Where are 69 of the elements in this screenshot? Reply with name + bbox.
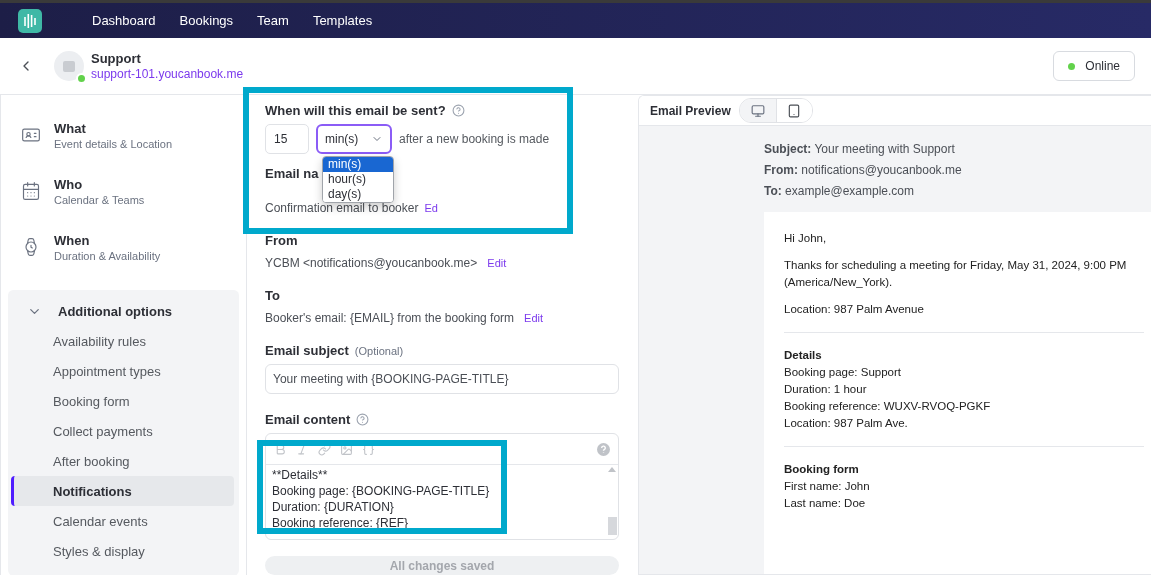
help-icon[interactable] <box>356 413 370 426</box>
sidebar-step[interactable]: What Event details & Location <box>1 107 246 163</box>
help-icon[interactable] <box>597 442 610 456</box>
dropdown-option[interactable]: day(s) <box>323 187 393 202</box>
sidebar-item[interactable]: After booking <box>11 446 234 476</box>
page-title: Support <box>91 51 142 66</box>
field-label: When will this email be sent? <box>265 103 446 118</box>
nav-link[interactable]: Dashboard <box>92 13 156 28</box>
editor-text-line: **Details** <box>272 467 329 483</box>
field-label: From <box>265 233 298 248</box>
editor-text-line: Duration: {DURATION} <box>272 499 395 515</box>
tablet-icon <box>787 103 802 118</box>
sidebar-item[interactable]: Booking form <box>11 386 234 416</box>
scrollbar-thumb[interactable] <box>607 517 617 535</box>
sidebar-item[interactable]: Notifications <box>11 476 234 506</box>
scroll-up-icon[interactable] <box>608 467 616 472</box>
email-text: (America/New_York). <box>784 275 894 290</box>
email-section-title: Booking form <box>784 462 860 477</box>
online-status-button[interactable]: Online <box>1053 51 1135 81</box>
email-text: Location: 987 Palm Ave. <box>784 416 909 431</box>
edit-link[interactable]: Edit <box>487 257 507 269</box>
unit-select[interactable]: min(s) <box>316 124 392 154</box>
email-text: Duration: 1 hour <box>784 382 868 397</box>
nav-link[interactable]: Templates <box>312 13 373 28</box>
field-label: Email content <box>265 412 351 427</box>
dropdown-option[interactable]: min(s) <box>323 157 393 172</box>
field-text: after a new booking is made <box>399 132 550 146</box>
nav-link[interactable]: Team <box>257 13 289 28</box>
sidebar-item[interactable]: Availability rules <box>11 326 234 356</box>
edit-link[interactable]: Edit <box>524 312 544 324</box>
sidebar-item[interactable]: Calendar events <box>11 506 234 536</box>
sidebar-step[interactable]: When Duration & Availability <box>1 219 246 275</box>
calendar-icon <box>21 181 41 201</box>
sidebar-item[interactable]: Appointment types <box>11 356 234 386</box>
sidebar-step[interactable]: Who Calendar & Teams <box>1 163 246 219</box>
email-meta-line: Subject: Your meeting with Support <box>764 142 956 156</box>
device-toggle[interactable] <box>775 99 812 122</box>
page-url-link[interactable]: support-101.youcanbook.me <box>91 67 244 81</box>
nav-link[interactable]: Bookings <box>179 13 234 28</box>
sidebar-item[interactable]: Collect payments <box>11 416 234 446</box>
monitor-icon <box>750 103 765 118</box>
panel-title: Email Preview <box>650 103 731 118</box>
email-meta-line: From: notifications@youcanbook.me <box>764 163 963 177</box>
dropdown-option[interactable]: hour(s) <box>323 172 393 187</box>
email-text: Last name: Doe <box>784 496 867 511</box>
email-text: Booking reference: WUXV-RVOQ-PGKF <box>784 399 992 414</box>
field-label: Email subject <box>265 343 349 358</box>
edit-link[interactable]: Ed <box>424 202 438 214</box>
field-value: Confirmation email to booker <box>265 201 419 215</box>
editor-text-line: Booking page: {BOOKING-PAGE-TITLE} <box>272 483 490 499</box>
field-value: YCBM <notifications@youcanbook.me> <box>265 256 478 270</box>
email-text: Thanks for scheduling a meeting for Friday, May 31, 2024, 9:00 PM <box>784 258 1128 273</box>
email-meta-line: To: example@example.com <box>764 184 915 198</box>
email-section-title: Details <box>784 348 823 363</box>
email-text: Booking page: Support <box>784 365 902 380</box>
logo-icon[interactable] <box>18 8 42 33</box>
help-icon[interactable] <box>451 104 465 117</box>
amount-input[interactable]: 15 <box>265 124 309 154</box>
section-header[interactable]: Additional options <box>13 296 234 326</box>
field-label: To <box>265 288 280 303</box>
email-text: First name: John <box>784 479 871 494</box>
sidebar-item[interactable]: Styles & display <box>11 536 234 566</box>
optional-hint: (Optional) <box>354 344 404 357</box>
field-value: Booker's email: {EMAIL} from the booking form <box>265 311 515 325</box>
email-text: Location: 987 Palm Avenue <box>784 302 925 317</box>
field-label: Email na <box>265 166 319 181</box>
device-toggle[interactable] <box>739 99 776 122</box>
email-text: Hi John, <box>784 231 828 246</box>
subject-input[interactable]: Your meeting with {BOOKING-PAGE-TITLE} <box>265 364 619 394</box>
